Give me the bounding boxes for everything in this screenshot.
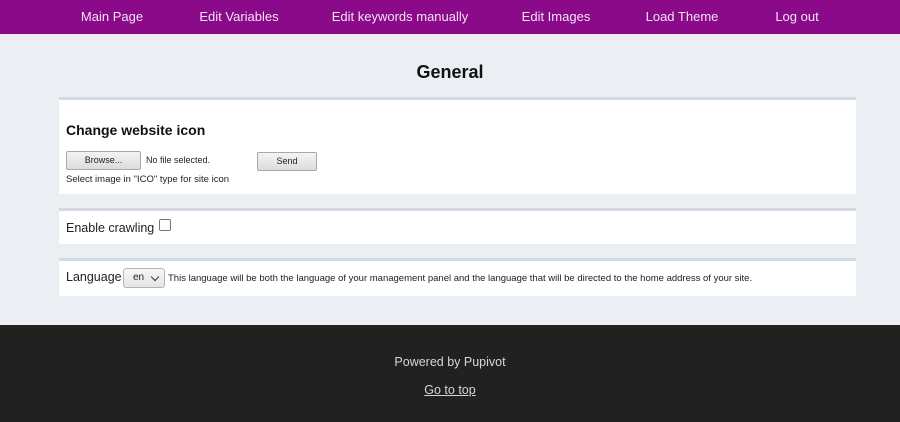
crawling-checkbox[interactable] [159,219,171,231]
nav-item-edit-variables[interactable]: Edit Variables [199,0,278,34]
language-label: Language [66,270,122,284]
footer: Powered by Pupivot Go to top [0,325,900,422]
website-icon-card: Change website icon Browse... No file se… [59,97,856,194]
file-status: No file selected. [146,155,211,165]
top-nav: Main Page Edit Variables Edit keywords m… [0,0,900,34]
nav-item-load-theme[interactable]: Load Theme [646,0,719,34]
icon-section-heading: Change website icon [66,122,206,138]
go-to-top-wrapper: Go to top [0,383,900,397]
browse-button[interactable]: Browse... [66,151,141,170]
nav-item-edit-images[interactable]: Edit Images [522,0,591,34]
nav-item-log-out[interactable]: Log out [775,0,818,34]
crawling-card: Enable crawling [59,208,856,244]
send-button[interactable]: Send [257,152,317,171]
language-select[interactable]: en [123,268,165,288]
language-description: This language will be both the language … [168,273,753,284]
go-to-top-link[interactable]: Go to top [424,383,475,397]
icon-hint: Select image in "ICO" type for site icon [66,174,230,185]
nav-item-edit-keywords[interactable]: Edit keywords manually [332,0,469,34]
chevron-down-icon [150,272,160,282]
language-card: Language en This language will be both t… [59,258,856,296]
powered-by-text: Powered by Pupivot [394,355,506,369]
page-title: General [416,62,484,82]
crawling-label: Enable crawling [66,221,155,235]
nav-item-main-page[interactable]: Main Page [81,0,143,34]
language-selected-value: en [133,272,145,283]
